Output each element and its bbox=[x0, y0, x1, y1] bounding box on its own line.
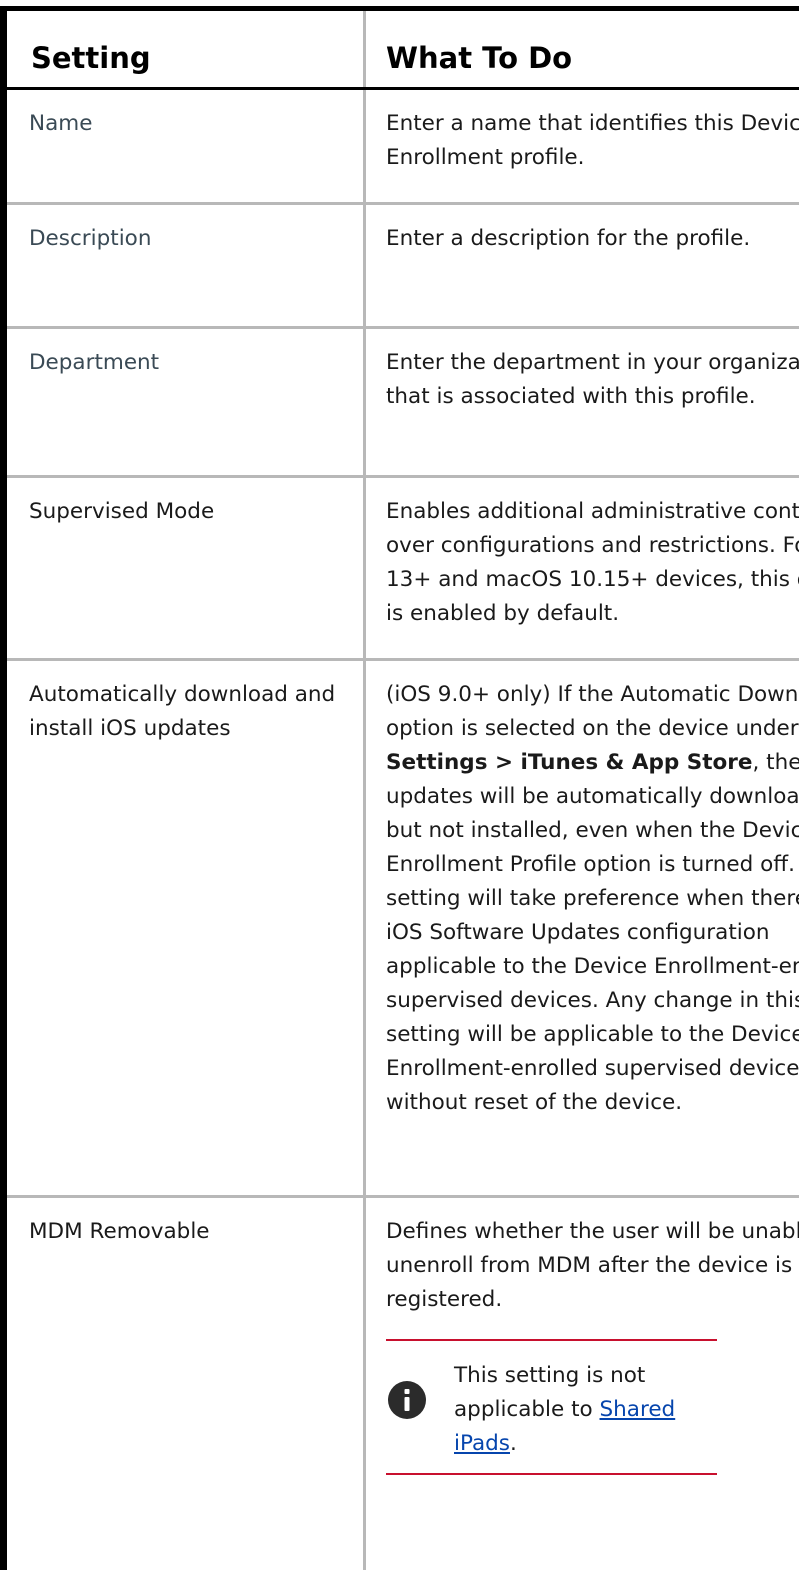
setting-name: Supervised Mode bbox=[0, 475, 366, 661]
table-row: Automatically download and install iOS u… bbox=[0, 658, 799, 1198]
setting-description: Defines whether the user will be unable … bbox=[363, 1195, 799, 1570]
table-header: Setting What To Do bbox=[0, 6, 799, 90]
table-row: Supervised Mode Enables additional admin… bbox=[0, 475, 799, 661]
setting-description: Enter the department in your organizatio… bbox=[363, 326, 799, 478]
info-icon bbox=[388, 1381, 426, 1419]
header-row: Setting What To Do bbox=[0, 6, 799, 90]
setting-description: Enter a description for the profile. bbox=[363, 202, 799, 329]
setting-description: (iOS 9.0+ only) If the Automatic Downloa… bbox=[363, 658, 799, 1198]
column-header-what-to-do: What To Do bbox=[363, 6, 799, 90]
note-text-after: . bbox=[510, 1431, 517, 1456]
table-row: Department Enter the department in your … bbox=[0, 326, 799, 478]
setting-name: Automatically download and install iOS u… bbox=[0, 658, 366, 1198]
setting-description: Enter a name that identifies this Device… bbox=[363, 87, 799, 205]
table-row: Description Enter a description for the … bbox=[0, 202, 799, 329]
table-row: Name Enter a name that identifies this D… bbox=[0, 87, 799, 205]
setting-description: Enables additional administrative contro… bbox=[363, 475, 799, 661]
description-text: Defines whether the user will be unable … bbox=[386, 1219, 799, 1312]
note-callout: This setting is not applicable to Shared… bbox=[386, 1339, 717, 1475]
table-row: MDM Removable Defines whether the user w… bbox=[0, 1195, 799, 1570]
note-text: This setting is not applicable to Shared… bbox=[454, 1359, 717, 1461]
description-text: , the OS updates will be automatically d… bbox=[386, 750, 799, 1115]
setting-name: Description bbox=[0, 202, 366, 329]
setting-name: Department bbox=[0, 326, 366, 478]
column-header-setting: Setting bbox=[0, 6, 366, 90]
setting-name: Name bbox=[0, 87, 366, 205]
settings-page: Setting What To Do Name Enter a name tha… bbox=[0, 0, 799, 1570]
description-text: (iOS 9.0+ only) If the Automatic Downloa… bbox=[386, 682, 799, 741]
menu-path: Settings > iTunes & App Store bbox=[386, 750, 753, 775]
setting-name: MDM Removable bbox=[0, 1195, 366, 1570]
settings-table: Setting What To Do Name Enter a name tha… bbox=[0, 6, 799, 1570]
